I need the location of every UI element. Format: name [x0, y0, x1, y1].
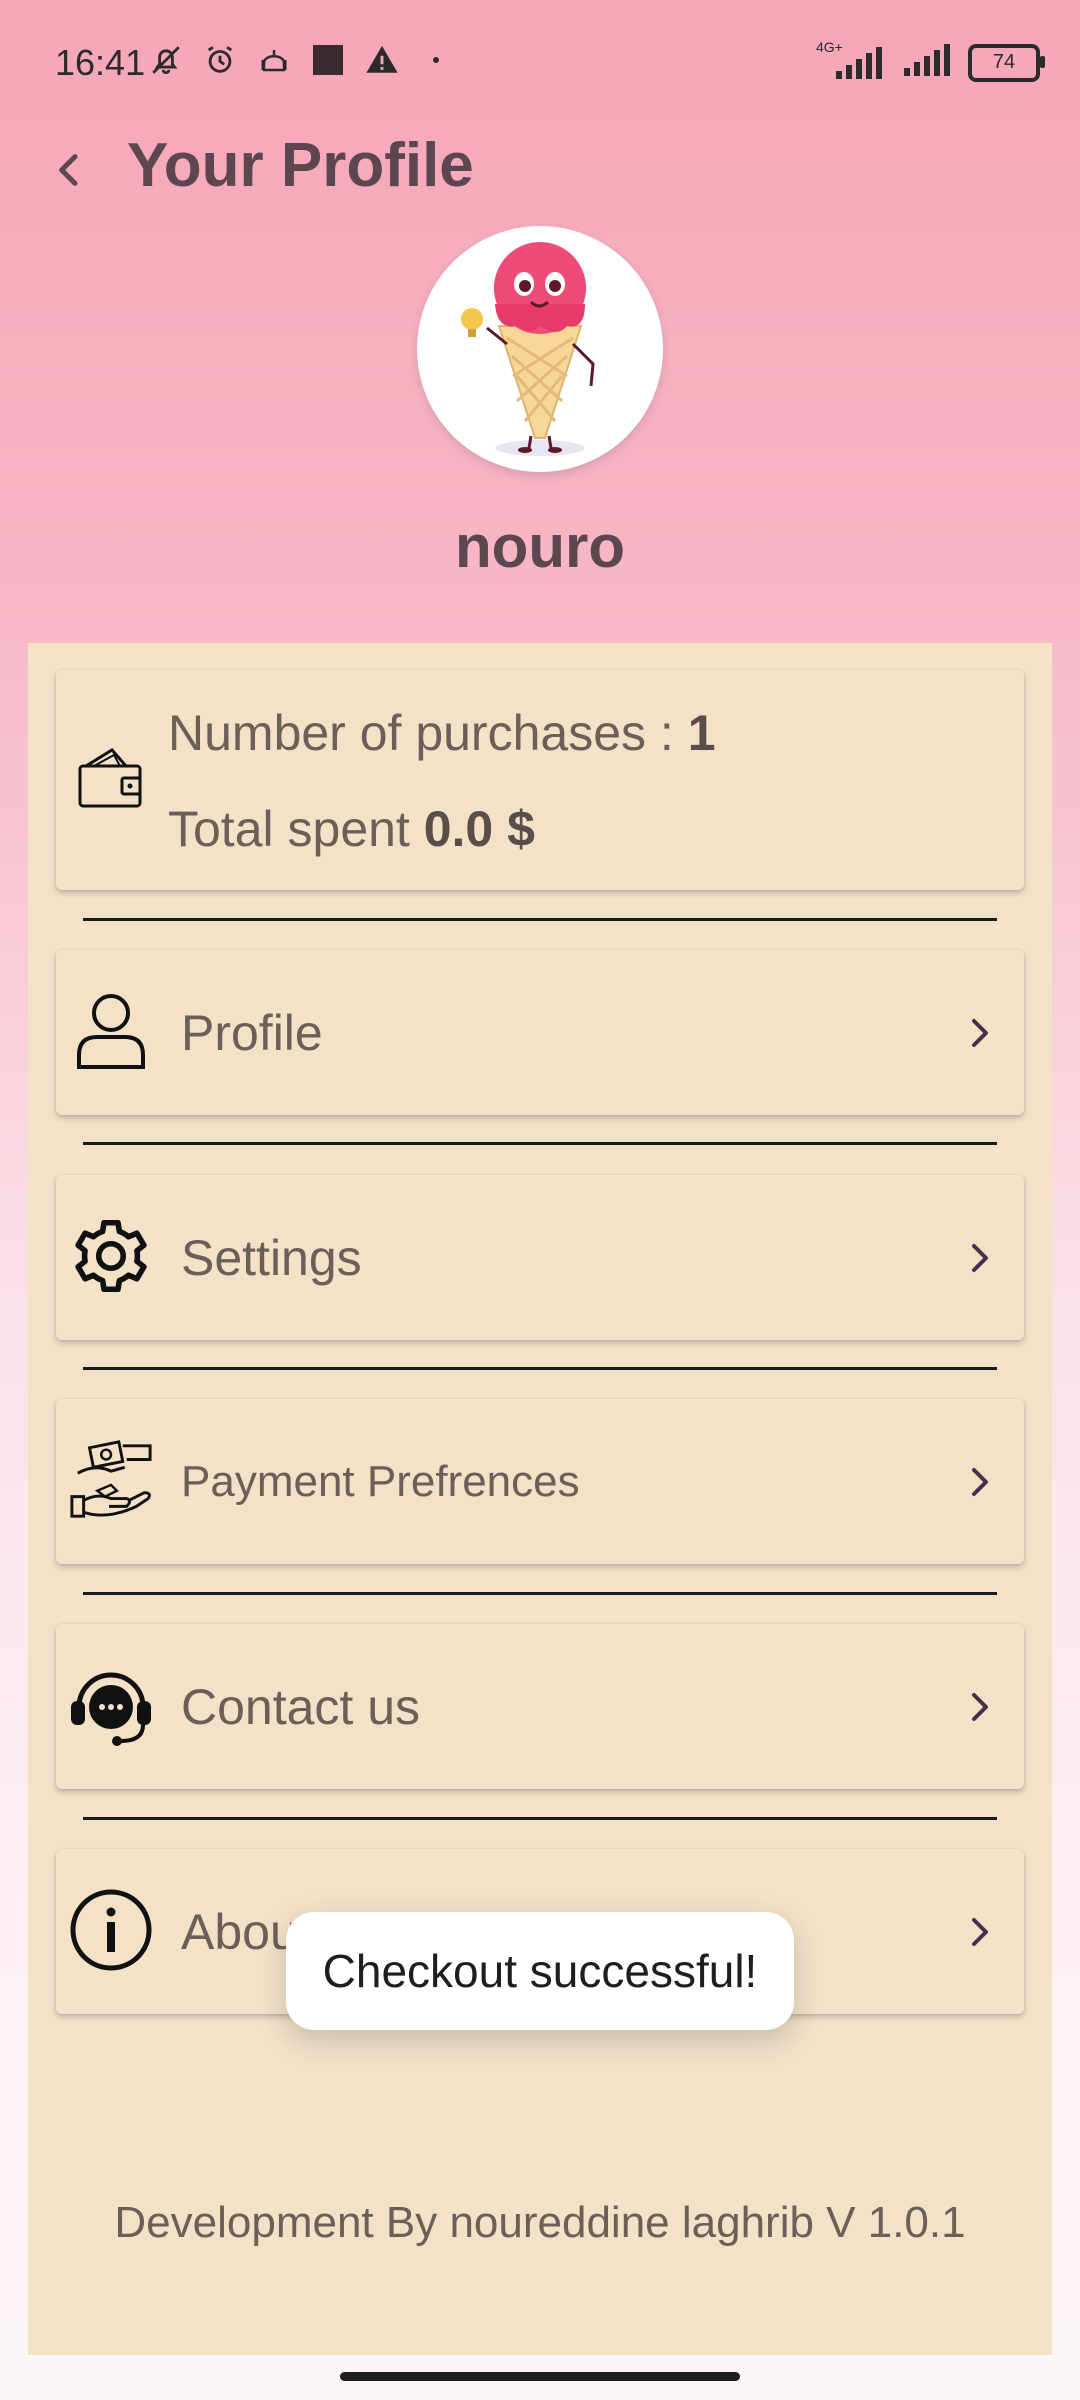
status-icons-left — [148, 42, 454, 78]
divider — [83, 1592, 997, 1595]
gear-icon — [68, 1213, 154, 1299]
status-icons-right: 4G+ 74 — [816, 39, 1045, 83]
avatar[interactable] — [417, 226, 663, 472]
app-bar: Your Profile — [0, 120, 1080, 220]
profile-panel: Number of purchases : 1 Total spent 0.0 … — [28, 643, 1052, 2355]
total-spent: Total spent 0.0 $ — [168, 800, 535, 858]
support-chat-icon — [68, 1662, 154, 1748]
spent-label: Total spent — [168, 801, 424, 857]
chevron-right-icon — [960, 1687, 1000, 1727]
signal-4g-icon: 4G+ — [816, 39, 886, 81]
chevron-right-icon — [960, 1912, 1000, 1952]
chevron-right-icon — [960, 1238, 1000, 1278]
back-button[interactable] — [40, 140, 100, 200]
arrow-back-icon — [59, 154, 78, 186]
divider — [83, 1142, 997, 1145]
battery-icon: 74 — [968, 43, 1045, 82]
status-time: 16:41 — [55, 42, 146, 83]
stats-card: Number of purchases : 1 Total spent 0.0 … — [56, 670, 1024, 890]
warning-icon — [364, 42, 400, 78]
purchases-label: Number of purchases : — [168, 705, 688, 761]
status-bar: 16:41 4G+ 74 — [0, 0, 1080, 130]
info-icon — [68, 1887, 154, 1973]
person-icon — [68, 988, 154, 1074]
mosque-icon — [256, 42, 292, 78]
user-name: nouro — [455, 513, 625, 580]
page-title: Your Profile — [127, 131, 474, 200]
bell-off-icon — [148, 42, 184, 78]
purchases-count: Number of purchases : 1 — [168, 704, 716, 762]
menu-item-contact-us[interactable]: Contact us — [56, 1624, 1024, 1789]
menu-item-profile[interactable]: Profile — [56, 950, 1024, 1115]
divider — [83, 1817, 997, 1820]
toast-message: Checkout successful! — [286, 1912, 794, 2030]
ice-cream-mascot-icon — [461, 242, 595, 456]
divider — [83, 918, 997, 921]
menu-item-settings[interactable]: Settings — [56, 1175, 1024, 1340]
menu-label-profile: Profile — [181, 1004, 323, 1061]
signal-icon — [902, 42, 952, 83]
hands-money-icon — [68, 1437, 154, 1523]
menu-label-contact: Contact us — [181, 1678, 421, 1735]
alarm-icon — [202, 42, 238, 78]
footer-credits: Development By noureddine laghrib V 1.0.… — [114, 2198, 966, 2247]
wallet-icon — [76, 742, 146, 812]
home-indicator[interactable] — [340, 2372, 740, 2381]
chevron-right-icon — [960, 1013, 1000, 1053]
chevron-right-icon — [960, 1462, 1000, 1502]
app-square-icon — [310, 42, 346, 78]
menu-label-payment: Payment Prefrences — [181, 1456, 580, 1506]
menu-label-settings: Settings — [181, 1229, 362, 1286]
dot-icon — [418, 42, 454, 78]
purchases-value: 1 — [687, 705, 716, 761]
menu-item-payment-preferences[interactable]: Payment Prefrences — [56, 1399, 1024, 1564]
spent-value: 0.0 $ — [423, 801, 535, 857]
divider — [83, 1367, 997, 1370]
